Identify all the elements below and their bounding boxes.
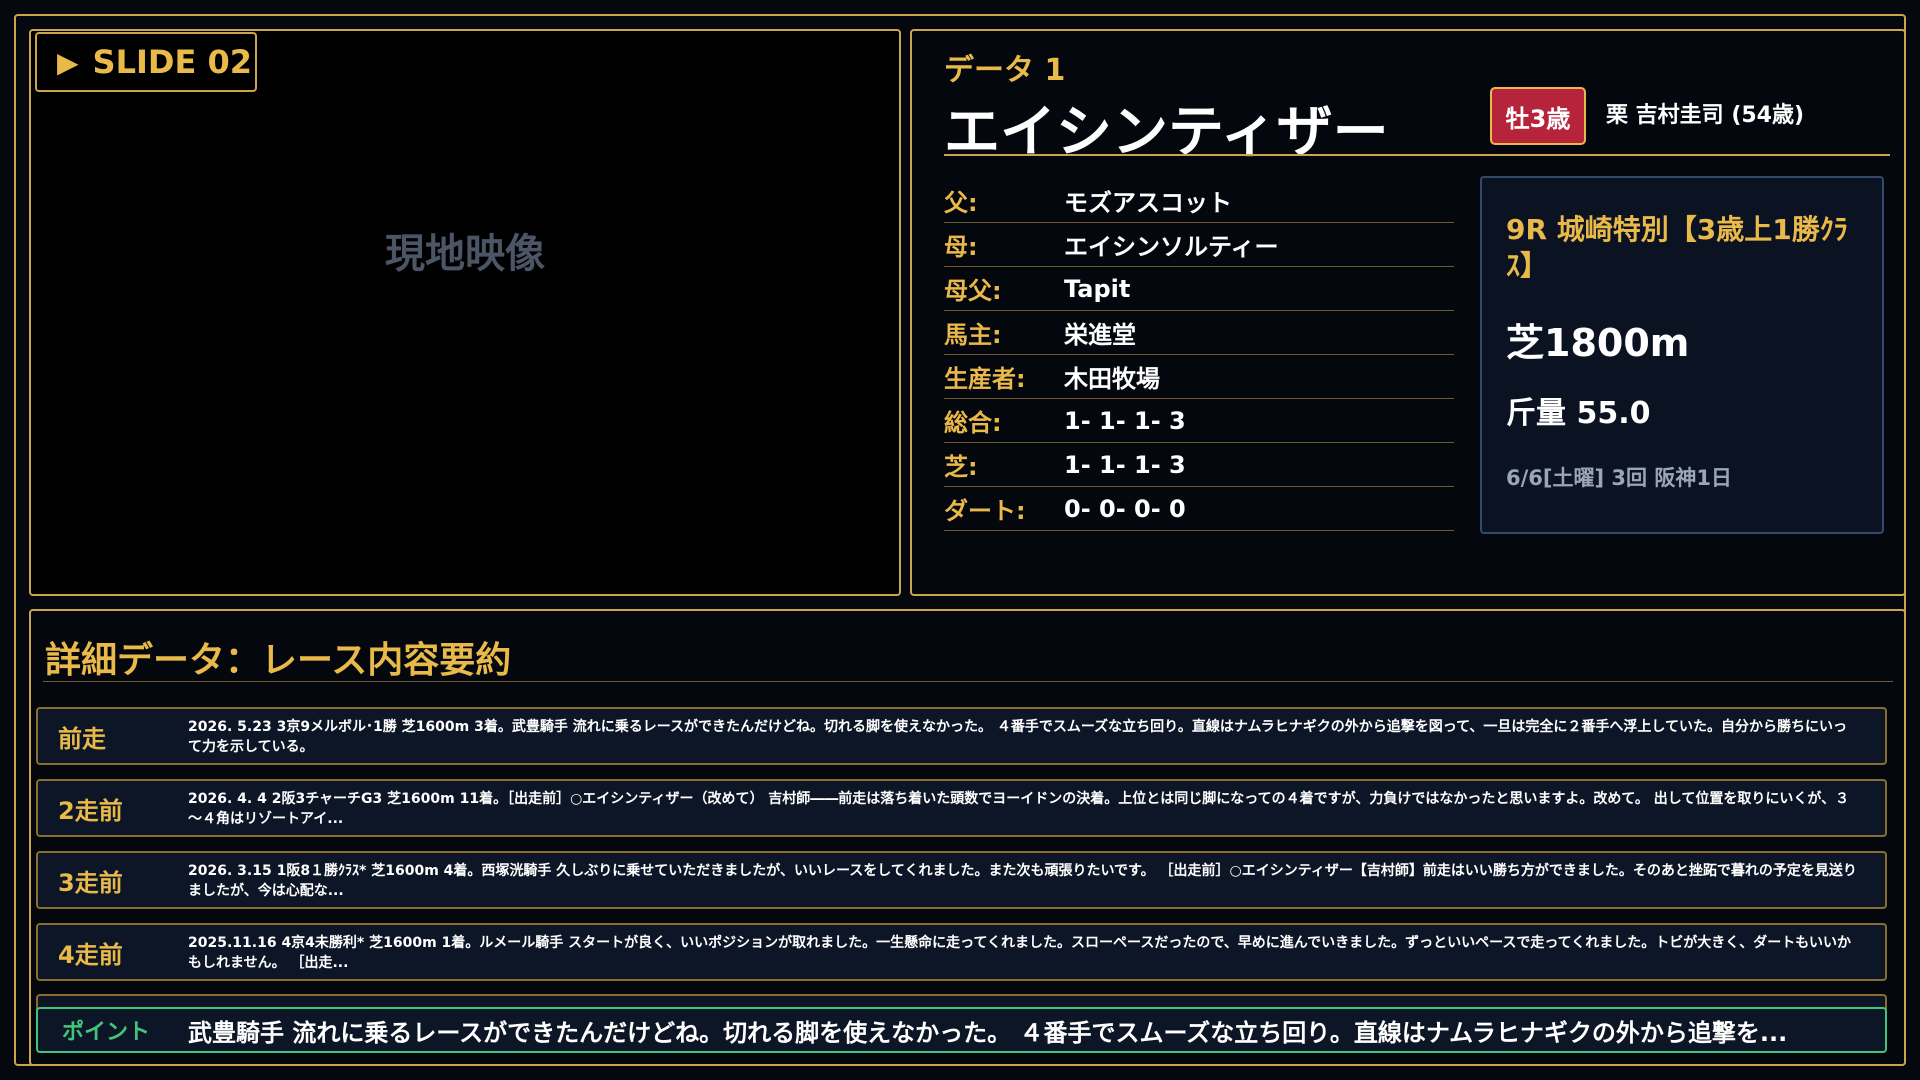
race-row-label: 3走前 [58,868,123,897]
pedigree-key: 芝: [944,453,978,481]
pedigree-key: 母: [944,233,978,261]
race-row-label: 前走 [58,724,106,753]
divider [944,154,1890,156]
pedigree-table: 父: モズアスコット 母: エイシンソルティー 母父: Tapit 馬主: 栄進堂 生産… [944,179,1454,531]
pedigree-value: モズアスコット [1064,189,1232,217]
pedigree-row: 生産者: 木田牧場 [944,355,1454,399]
race-name: 9R 城崎特別【3歳上1勝ｸﾗｽ】 [1506,213,1848,282]
pedigree-value: Tapit [1064,274,1131,303]
sex-age-badge: 牡3歳 [1490,87,1586,145]
pedigree-value: 0- 0- 0- 0 [1064,494,1186,523]
race-row-text: 2026. 3.15 1阪8１勝ｸﾗｽ* 芝1600m 4着。西塚洸騎手 久しぶ… [188,863,1857,899]
race-row-label: 2走前 [58,796,123,825]
play-icon: ▶ [57,45,79,79]
race-weight: 斤量 55.0 [1506,396,1651,431]
video-panel: ▶ SLIDE 02 現地映像 [29,29,901,596]
race-row-text: 2025.11.16 4京4未勝利* 芝1600m 1着。ルメール騎手 スタート… [188,935,1851,971]
race-summary-row: 4走前 2025.11.16 4京4未勝利* 芝1600m 1着。ルメール騎手 … [36,923,1887,981]
pedigree-row: ダート: 0- 0- 0- 0 [944,487,1454,531]
pedigree-value: 木田牧場 [1064,365,1160,393]
pedigree-value: 1- 1- 1- 3 [1064,450,1186,479]
pedigree-row: 馬主: 栄進堂 [944,311,1454,355]
pedigree-value: 栄進堂 [1064,321,1136,349]
race-info-card: 9R 城崎特別【3歳上1勝ｸﾗｽ】 芝1800m 斤量 55.0 6/6[土曜]… [1480,176,1884,534]
race-row-text: 2026. 5.23 3京9メルボル･1勝 芝1600m 3着。武豊騎手 流れに… [188,719,1847,755]
slide-badge: ▶ SLIDE 02 [35,32,257,92]
pedigree-row: 父: モズアスコット [944,179,1454,223]
race-distance: 芝1800m [1506,321,1690,365]
detail-title: 詳細データ：レース内容要約 [45,640,512,681]
pedigree-key: 母父: [944,277,1002,305]
pedigree-row: 芝: 1- 1- 1- 3 [944,443,1454,487]
pedigree-row: 母: エイシンソルティー [944,223,1454,267]
pedigree-value: 1- 1- 1- 3 [1064,406,1186,435]
race-summary-row: 前走 2026. 5.23 3京9メルボル･1勝 芝1600m 3着。武豊騎手 … [36,707,1887,765]
race-summary-row: 3走前 2026. 3.15 1阪8１勝ｸﾗｽ* 芝1600m 4着。西塚洸騎手… [36,851,1887,909]
video-placeholder-label: 現地映像 [385,231,545,277]
pedigree-key: 生産者: [944,365,1026,393]
pedigree-key: ダート: [944,497,1026,525]
race-summary-row: 2走前 2026. 4. 4 2阪3チャーチG3 芝1600m 11着。［出走前… [36,779,1887,837]
pedigree-row: 総合: 1- 1- 1- 3 [944,399,1454,443]
trainer-info: 栗 吉村圭司 (54歳) [1606,103,1805,128]
detail-panel: 詳細データ：レース内容要約 前走 2026. 5.23 3京9メルボル･1勝 芝… [29,609,1906,1066]
point-label: ポイント [62,1020,151,1045]
horse-info-panel: データ 1 エイシンティザー 牡3歳 栗 吉村圭司 (54歳) 父: モズアスコッ… [910,29,1906,596]
pedigree-key: 馬主: [944,321,1002,349]
race-date: 6/6[土曜] 3回 阪神1日 [1506,466,1732,490]
race-row-text: 2026. 4. 4 2阪3チャーチG3 芝1600m 11着。［出走前］○エイ… [188,791,1850,827]
pedigree-row: 母父: Tapit [944,267,1454,311]
data-label: データ 1 [944,53,1066,88]
slide-label: SLIDE 02 [92,43,252,81]
pedigree-key: 総合: [944,409,1002,437]
divider [43,681,1893,682]
point-text: 武豊騎手 流れに乗るレースができたんだけどね。切れる脚を使えなかった。 ４番手で… [188,1018,1788,1047]
pedigree-key: 父: [944,189,978,217]
race-row-label: 4走前 [58,940,123,969]
point-bar: ポイント 武豊騎手 流れに乗るレースができたんだけどね。切れる脚を使えなかった。… [36,1007,1887,1053]
pedigree-value: エイシンソルティー [1064,233,1279,261]
